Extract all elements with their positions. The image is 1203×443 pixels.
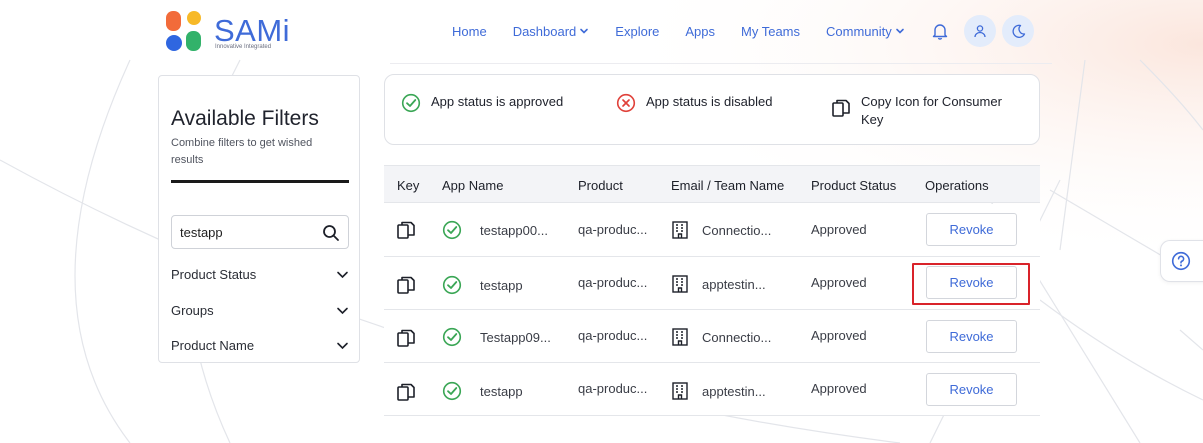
col-operations: Operations	[925, 178, 989, 193]
check-circle-icon	[442, 220, 462, 240]
filter-product-name[interactable]: Product Name	[171, 333, 349, 357]
check-circle-icon	[401, 93, 421, 113]
chevron-down-icon	[337, 307, 348, 314]
user-menu-button[interactable]	[964, 15, 996, 47]
user-icon	[974, 25, 986, 38]
revoke-button[interactable]: Revoke	[926, 373, 1017, 406]
team-cell: apptestin...	[702, 384, 766, 399]
filter-label: Product Name	[171, 337, 255, 353]
nav-explore[interactable]: Explore	[615, 24, 659, 39]
moon-icon	[1012, 24, 1025, 38]
filters-title: Available Filters	[171, 107, 319, 130]
revoke-button[interactable]: Revoke	[926, 213, 1017, 246]
filters-panel: Available Filters Combine filters to get…	[158, 75, 360, 363]
bell-icon[interactable]	[931, 22, 949, 40]
status-cell: Approved	[811, 275, 867, 290]
brand-tagline: Innovative Integrated	[215, 44, 272, 50]
filters-divider	[171, 180, 349, 183]
app-name-cell: testapp	[480, 384, 523, 399]
status-legend: App status is approved App status is dis…	[384, 74, 1040, 145]
table-row: testapp qa-produc... apptestin... Approv…	[384, 363, 1040, 416]
filters-subtitle: Combine filters to get wished results	[171, 137, 313, 166]
status-cell: Approved	[811, 328, 867, 343]
top-navbar: SAMi Innovative Integrated Home Dashboar…	[0, 0, 1203, 62]
search-box	[171, 215, 349, 249]
col-email-team: Email / Team Name	[671, 178, 785, 193]
nav-apps[interactable]: Apps	[685, 24, 715, 39]
building-icon	[672, 275, 688, 293]
col-key: Key	[397, 178, 420, 193]
legend-approved: App status is approved	[401, 93, 563, 113]
search-input[interactable]	[172, 216, 317, 248]
col-app-name: App Name	[442, 178, 504, 193]
brand-logo[interactable]: SAMi Innovative Integrated	[164, 9, 304, 53]
legend-disabled-text: App status is disabled	[646, 94, 773, 109]
table-row: testapp00... qa-produc... Connectio... A…	[384, 204, 1040, 257]
legend-disabled: App status is disabled	[616, 93, 772, 113]
table-header: Key App Name Product Email / Team Name P…	[384, 165, 1040, 203]
table-row: Testapp09... qa-produc... Connectio... A…	[384, 310, 1040, 363]
app-name-cell: Testapp09...	[480, 330, 551, 345]
filter-product-status[interactable]: Product Status	[171, 262, 349, 286]
building-icon	[672, 382, 688, 400]
filter-label: Product Status	[171, 266, 257, 282]
building-icon	[672, 221, 688, 239]
nav-apps-label: Apps	[685, 23, 716, 39]
filter-groups[interactable]: Groups	[171, 298, 349, 322]
search-icon[interactable]	[322, 224, 340, 242]
status-cell: Approved	[811, 381, 867, 396]
chevron-down-icon	[337, 342, 348, 349]
product-cell: qa-produc...	[578, 328, 648, 343]
nav-community[interactable]: Community	[826, 24, 905, 39]
product-cell: qa-produc...	[578, 381, 648, 396]
header-divider	[390, 63, 1052, 64]
logo-mark	[166, 11, 201, 51]
status-cell: Approved	[811, 222, 867, 237]
nav-my-teams[interactable]: My Teams	[741, 24, 800, 39]
product-cell: qa-produc...	[578, 275, 648, 290]
copy-icon	[832, 99, 850, 117]
x-circle-icon	[616, 93, 636, 113]
nav-my-teams-label: My Teams	[741, 23, 801, 39]
nav-home[interactable]: Home	[452, 24, 487, 39]
nav-dashboard-label: Dashboard	[512, 23, 577, 39]
col-product: Product	[578, 178, 623, 193]
team-cell: Connectio...	[702, 330, 772, 345]
revoke-button[interactable]: Revoke	[926, 320, 1017, 353]
revoke-button[interactable]: Revoke	[926, 266, 1017, 299]
table-row: testapp qa-produc... apptestin... Approv…	[384, 257, 1040, 310]
team-cell: Connectio...	[702, 223, 772, 238]
legend-approved-text: App status is approved	[431, 94, 564, 109]
check-circle-icon	[442, 327, 462, 347]
building-icon	[672, 328, 688, 346]
copy-icon[interactable]	[396, 328, 416, 348]
copy-icon[interactable]	[396, 275, 416, 295]
help-button[interactable]	[1160, 240, 1203, 282]
nav-community-label: Community	[826, 23, 892, 39]
chevron-down-icon	[337, 271, 348, 278]
check-circle-icon	[442, 381, 462, 401]
nav-explore-label: Explore	[615, 23, 660, 39]
nav-dashboard[interactable]: Dashboard	[513, 24, 590, 39]
product-cell: qa-produc...	[578, 222, 648, 237]
app-name-cell: testapp	[480, 278, 523, 293]
main-nav: Home Dashboard Explore Apps My Teams Com…	[452, 18, 931, 44]
filter-label: Groups	[171, 302, 214, 318]
question-circle-icon	[1171, 251, 1191, 271]
copy-icon[interactable]	[396, 220, 416, 240]
app-name-cell: testapp00...	[480, 223, 548, 238]
chevron-down-icon	[580, 28, 589, 34]
team-cell: apptestin...	[702, 277, 766, 292]
theme-toggle-button[interactable]	[1002, 15, 1034, 47]
col-product-status: Product Status	[811, 178, 897, 193]
check-circle-icon	[442, 275, 462, 295]
legend-copy: Copy Icon for Consumer Key	[831, 93, 1021, 129]
nav-home-label: Home	[452, 23, 487, 39]
copy-icon[interactable]	[396, 382, 416, 402]
chevron-down-icon	[895, 28, 904, 34]
legend-copy-text: Copy Icon for Consumer Key	[861, 94, 1002, 127]
